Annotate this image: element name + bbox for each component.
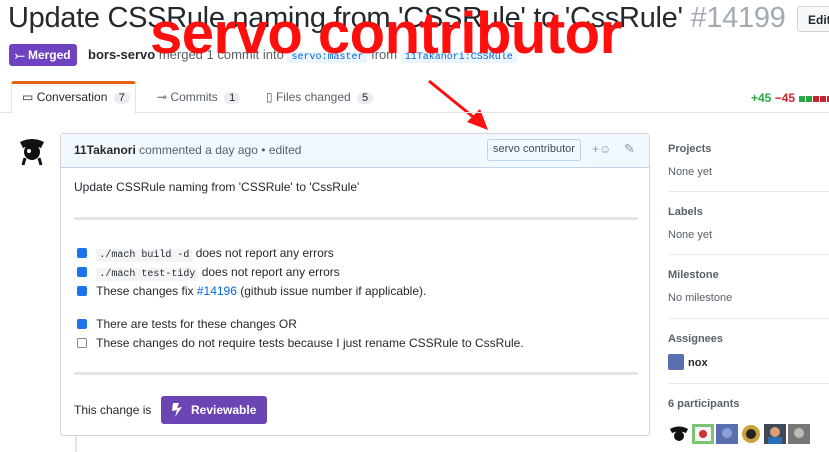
tab-conversation[interactable]: ▭ Conversation 7 (22, 90, 130, 104)
checkbox-checked[interactable] (77, 319, 87, 329)
sidebar-milestone-label[interactable]: Milestone (668, 269, 719, 281)
diffstat-additions: +45 (751, 91, 772, 105)
task-item: ./mach test-tidy does not report any err… (77, 265, 340, 281)
divider (74, 217, 638, 220)
task-text: These changes do not require tests becau… (96, 336, 524, 350)
checkbox-checked[interactable] (77, 248, 87, 258)
reviewable-button[interactable]: Reviewable (161, 396, 267, 424)
tab-conversation-count: 7 (113, 92, 130, 104)
sidebar-divider (668, 254, 829, 255)
participant-avatar[interactable] (740, 424, 762, 444)
assignee-avatar[interactable] (668, 354, 684, 370)
edit-pencil-icon[interactable]: ✎ (624, 141, 635, 157)
comment-author-line: 11Takanori commented a day ago • edited (74, 143, 301, 157)
author-avatar[interactable] (17, 136, 47, 166)
task-text: does not report any errors (201, 265, 340, 279)
task-code: ./mach build -d (96, 249, 193, 262)
task-code: ./mach test-tidy (96, 268, 199, 281)
task-text: (github issue number if applicable). (240, 284, 427, 298)
tab-commits-count: 1 (224, 92, 241, 104)
tab-files-count: 5 (357, 92, 374, 104)
issue-link[interactable]: #14196 (197, 284, 237, 298)
sidebar-labels-label[interactable]: Labels (668, 206, 703, 218)
tab-commits[interactable]: ⊸ Commits 1 (157, 90, 241, 104)
checkbox-checked[interactable] (77, 286, 87, 296)
sidebar-projects-value: None yet (668, 166, 713, 178)
add-reaction-icon[interactable]: +☺ (592, 142, 611, 156)
merger-link[interactable]: bors-servo (88, 47, 155, 62)
participant-avatar[interactable] (716, 424, 738, 444)
tab-files-label: Files changed (275, 90, 351, 104)
checkbox-unchecked[interactable] (77, 338, 87, 348)
commit-icon: ⊸ (157, 90, 168, 104)
sidebar-labels-value: None yet (668, 229, 713, 241)
merged-badge: ⤚ Merged (9, 44, 77, 66)
comment-icon: ▭ (22, 90, 34, 104)
reviewable-logo-icon (172, 403, 182, 417)
sidebar-assignees-label[interactable]: Assignees (668, 333, 723, 345)
diffstat-block (813, 95, 820, 102)
diffstat-block (806, 95, 813, 102)
checkbox-checked[interactable] (77, 267, 87, 277)
task-text: does not report any errors (195, 246, 334, 260)
task-item: ./mach build -d does not report any erro… (77, 246, 334, 262)
diffstat-block (820, 95, 827, 102)
comment-body: Update CSSRule naming from 'CSSRule' to … (74, 180, 360, 194)
sidebar-projects-label[interactable]: Projects (668, 143, 711, 155)
task-item: These changes do not require tests becau… (77, 336, 524, 350)
merge-icon: ⤚ (15, 48, 25, 62)
tab-files-changed[interactable]: ▯ Files changed 5 (266, 90, 374, 104)
tab-commits-label: Commits (170, 90, 218, 104)
sidebar-divider (668, 383, 829, 384)
assignee-name[interactable]: nox (688, 357, 708, 369)
sidebar-divider (668, 318, 829, 319)
pr-number: #14199 (690, 2, 786, 34)
diffstat-block (799, 95, 806, 102)
participant-avatar[interactable] (668, 424, 690, 444)
file-diff-icon: ▯ (266, 90, 273, 104)
comment-author[interactable]: 11Takanori (74, 143, 136, 157)
sidebar-participants-label: 6 participants (668, 398, 740, 410)
divider (74, 372, 638, 375)
diffstat: +45 −45 (751, 91, 829, 105)
overlay-annotation: servo contributor (150, 1, 622, 66)
participant-avatar[interactable] (692, 424, 714, 444)
review-prefix: This change is (74, 403, 152, 417)
reviewable-label: Reviewable (191, 403, 257, 417)
participant-avatar[interactable] (788, 424, 810, 444)
annotation-arrow-icon (428, 79, 488, 130)
task-text: These changes fix (96, 284, 194, 298)
task-item: There are tests for these changes OR (77, 317, 297, 331)
task-text: There are tests for these changes OR (96, 317, 297, 331)
participant-avatar[interactable] (764, 424, 786, 444)
comment-action: commented a day ago • edited (139, 143, 302, 157)
edit-button[interactable]: Edit (797, 6, 829, 32)
diffstat-deletions: −45 (774, 91, 796, 105)
task-item: These changes fix #14196 (github issue n… (77, 284, 426, 298)
sidebar-divider (668, 191, 829, 192)
timeline-line (75, 436, 77, 452)
sidebar-milestone-value: No milestone (668, 292, 733, 304)
tab-conversation-label: Conversation (36, 90, 108, 104)
contributor-label: servo contributor (487, 139, 581, 161)
merged-label: Merged (27, 48, 71, 62)
